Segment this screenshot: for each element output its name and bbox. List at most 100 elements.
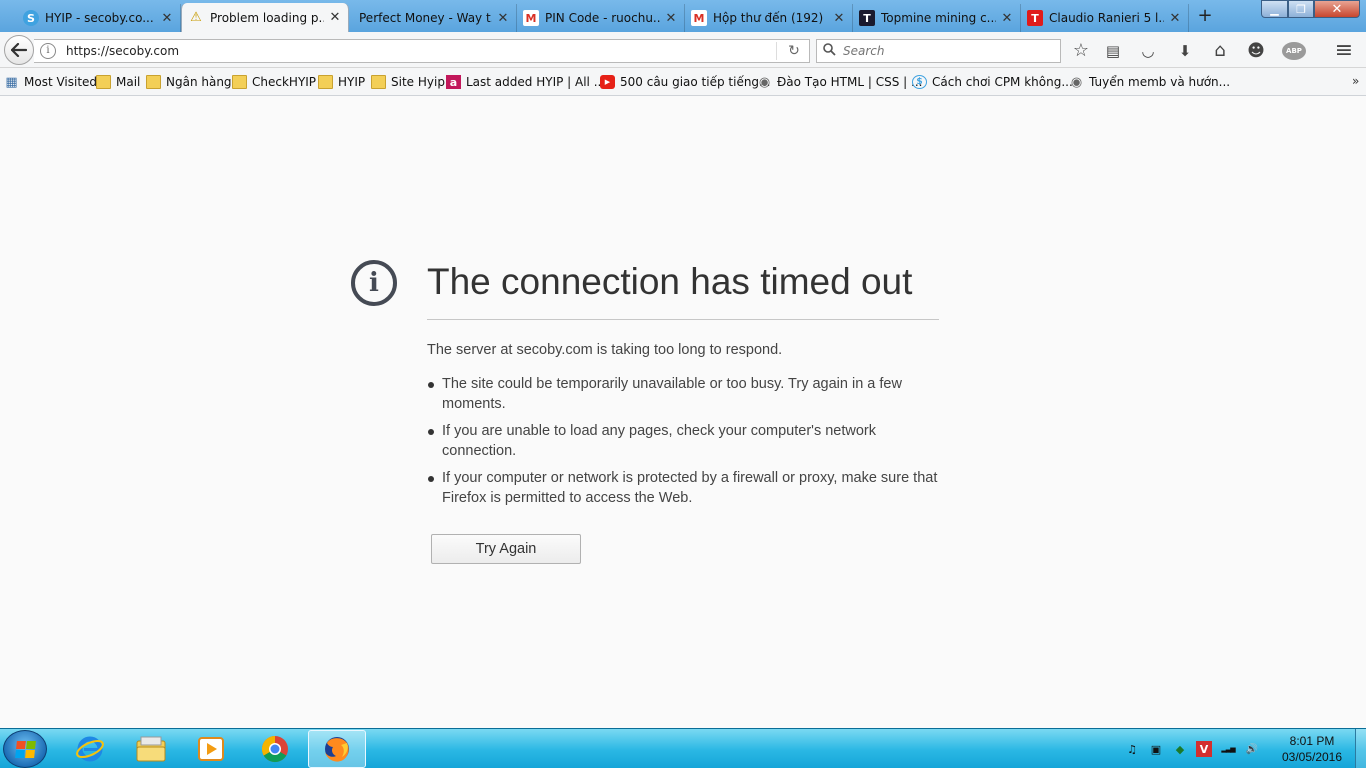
minimize-button[interactable]: ▁ (1261, 0, 1288, 18)
secoby-favicon-icon: S (23, 10, 39, 26)
list-item: The site could be temporarily unavailabl… (427, 374, 939, 414)
reading-list-icon[interactable]: ▤ (1103, 41, 1123, 61)
taskbar-media-player[interactable] (182, 730, 240, 768)
tab-0[interactable]: S HYIP - secoby.co... ✕ (17, 4, 181, 32)
bookmark-label: Last added HYIP | All ... (466, 75, 606, 89)
reload-icon[interactable]: ↻ (785, 42, 803, 60)
bookmark-tuyen-memb[interactable]: ◉ Tuyển memb và hướn... (1069, 73, 1230, 91)
tab-6[interactable]: T Claudio Ranieri 5 l... ✕ (1021, 4, 1189, 32)
bookmark-label: Cách chơi CPM không... (932, 75, 1073, 89)
unikey-icon[interactable]: V (1196, 741, 1212, 757)
tab-label: PIN Code - ruochu... (545, 11, 660, 25)
bookmarks-overflow-chevron-icon[interactable]: » (1352, 74, 1359, 88)
taskbar-file-explorer[interactable] (122, 730, 180, 768)
tab-2[interactable]: Perfect Money - Way t... ✕ (349, 4, 517, 32)
bookmark-last-added-hyip[interactable]: a Last added HYIP | All ... (446, 73, 605, 91)
url-text[interactable]: https://secoby.com (66, 44, 776, 58)
tab-close-icon[interactable]: ✕ (832, 11, 846, 26)
a-favicon-icon: a (446, 75, 461, 89)
try-again-button[interactable]: Try Again (431, 534, 581, 564)
tab-4[interactable]: M Hộp thư đến (192) ... ✕ (685, 4, 853, 32)
bookmark-label: Tuyển memb và hướn... (1089, 75, 1231, 89)
tab-label: Perfect Money - Way t... (359, 11, 492, 25)
tab-5[interactable]: T Topmine mining c... ✕ (853, 4, 1021, 32)
tab-close-icon[interactable]: ✕ (1000, 11, 1014, 26)
system-tray: ♫ ▣ ◆ V ▂▃▅ 🔊 (1124, 729, 1268, 768)
back-arrow-icon (11, 43, 27, 57)
home-icon[interactable]: ⌂ (1210, 41, 1230, 61)
bookmark-label: Ngân hàng (166, 75, 232, 89)
tab-label: Hộp thư đến (192) ... (713, 11, 828, 25)
folder-icon (96, 75, 111, 89)
error-page: i The connection has timed out The serve… (0, 97, 1366, 728)
tray-app-icon[interactable]: ▣ (1148, 741, 1164, 757)
info-icon: i (351, 260, 397, 306)
bookmark-folder-mail[interactable]: Mail (96, 73, 140, 91)
taskbar-internet-explorer[interactable] (61, 730, 119, 768)
bookmark-label: Mail (116, 75, 141, 89)
bookmark-folder-site-hyip[interactable]: Site Hyip (371, 73, 445, 91)
maximize-button[interactable]: ❐ (1288, 0, 1314, 18)
signal-icon[interactable]: ▂▃▅ (1220, 741, 1236, 757)
download-icon[interactable]: ⬇ (1175, 41, 1195, 61)
list-item: If your computer or network is protected… (427, 468, 939, 508)
globe-icon: ◉ (1070, 74, 1083, 90)
youtube-icon: ▶ (600, 75, 615, 89)
folder-icon (146, 75, 161, 89)
list-item-text: If you are unable to load any pages, che… (442, 423, 876, 459)
tab-3[interactable]: M PIN Code - ruochu... ✕ (517, 4, 685, 32)
bookmark-cach-choi-cpm[interactable]: $ Cách chơi CPM không... (912, 73, 1073, 91)
pocket-icon[interactable]: ◡ (1138, 41, 1158, 61)
search-bar[interactable] (816, 39, 1061, 63)
search-icon (823, 42, 841, 60)
network-share-icon[interactable]: ◆ (1172, 741, 1188, 757)
smiley-icon[interactable]: ☻ (1246, 41, 1266, 61)
most-visited-icon: ▦ (5, 74, 18, 90)
tab-close-icon[interactable]: ✕ (328, 10, 342, 25)
gmail-icon: M (691, 10, 707, 26)
bookmark-folder-hyip[interactable]: HYIP (318, 73, 365, 91)
site-info-icon[interactable]: i (40, 43, 56, 59)
bullet-icon (428, 476, 434, 482)
tab-close-icon[interactable]: ✕ (160, 11, 174, 26)
t-favicon-icon: T (1027, 10, 1043, 26)
tab-label: Topmine mining c... (881, 11, 996, 25)
start-button[interactable] (3, 730, 47, 768)
dollar-icon: $ (912, 75, 927, 89)
file-explorer-icon (136, 736, 166, 762)
search-input[interactable] (843, 44, 1043, 58)
volume-icon[interactable]: 🔊 (1244, 741, 1260, 757)
tab-close-icon[interactable]: ✕ (496, 11, 510, 26)
taskbar-firefox[interactable] (308, 730, 366, 768)
adblock-icon[interactable]: ABP (1282, 42, 1306, 60)
bookmark-500-cau[interactable]: ▶ 500 câu giao tiếp tiếng... (600, 73, 771, 91)
chrome-icon (261, 735, 288, 763)
url-separator (776, 42, 777, 60)
bullet-icon (428, 429, 434, 435)
topmine-favicon-icon: T (859, 10, 875, 26)
menu-icon[interactable]: ≡ (1334, 40, 1354, 62)
firefox-icon (325, 737, 349, 762)
bookmark-star-icon[interactable]: ☆ (1071, 41, 1091, 61)
bullet-icon (428, 382, 434, 388)
tab-close-icon[interactable]: ✕ (1168, 11, 1182, 26)
bookmark-dao-tao-html[interactable]: ◉ Đào Tạo HTML | CSS | ... (757, 73, 923, 91)
taskbar-chrome[interactable] (246, 730, 304, 768)
show-desktop-button[interactable] (1355, 729, 1366, 768)
error-description: The server at secoby.com is taking too l… (427, 342, 783, 358)
tab-close-icon[interactable]: ✕ (664, 11, 678, 26)
tab-1[interactable]: ⚠ Problem loading p... ✕ (181, 3, 349, 32)
url-bar[interactable]: i https://secoby.com ↻ (34, 39, 810, 63)
audio-device-icon[interactable]: ♫ (1124, 741, 1140, 757)
bookmark-folder-ngan-hang[interactable]: Ngân hàng (146, 73, 232, 91)
folder-icon (232, 75, 247, 89)
close-window-button[interactable]: ✕ (1314, 0, 1360, 18)
system-clock[interactable]: 8:01 PM 03/05/2016 (1276, 733, 1348, 765)
folder-icon (371, 75, 386, 89)
bookmark-folder-checkhyip[interactable]: CheckHYIP (232, 73, 316, 91)
list-item-text: The site could be temporarily unavailabl… (442, 376, 902, 412)
bookmark-most-visited[interactable]: ▦ Most Visited (4, 73, 97, 91)
globe-icon: ◉ (758, 74, 771, 90)
new-tab-button[interactable]: + (1193, 5, 1217, 27)
back-button[interactable] (4, 35, 34, 65)
